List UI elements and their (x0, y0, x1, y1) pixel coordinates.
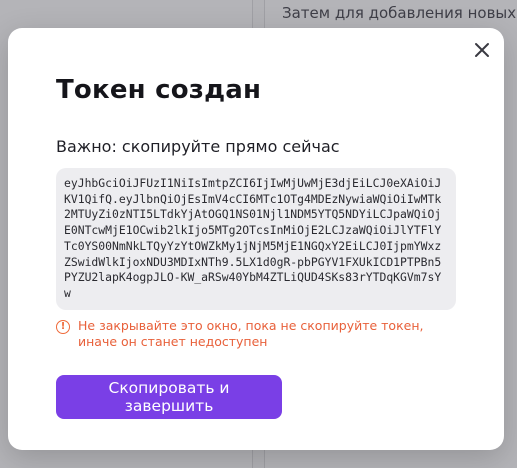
warning-message: ! Не закрывайте это окно, пока не скопир… (56, 318, 456, 350)
close-icon (475, 43, 489, 57)
token-value[interactable]: eyJhbGciOiJFUzI1NiIsImtpZCI6IjIwMjUwMjE3… (64, 176, 448, 302)
copy-and-finish-button[interactable]: Скопировать и завершить (56, 375, 282, 419)
dialog-title: Токен создан (56, 75, 262, 105)
warning-text: Не закрывайте это окно, пока не скопируй… (78, 318, 424, 349)
warning-icon: ! (56, 320, 70, 334)
close-button[interactable] (472, 40, 492, 60)
token-created-dialog: Токен создан Важно: скопируйте прямо сей… (8, 28, 504, 450)
token-box[interactable]: eyJhbGciOiJFUzI1NiIsImtpZCI6IjIwMjUwMjE3… (56, 168, 456, 310)
dialog-subtitle: Важно: скопируйте прямо сейчас (56, 137, 340, 156)
